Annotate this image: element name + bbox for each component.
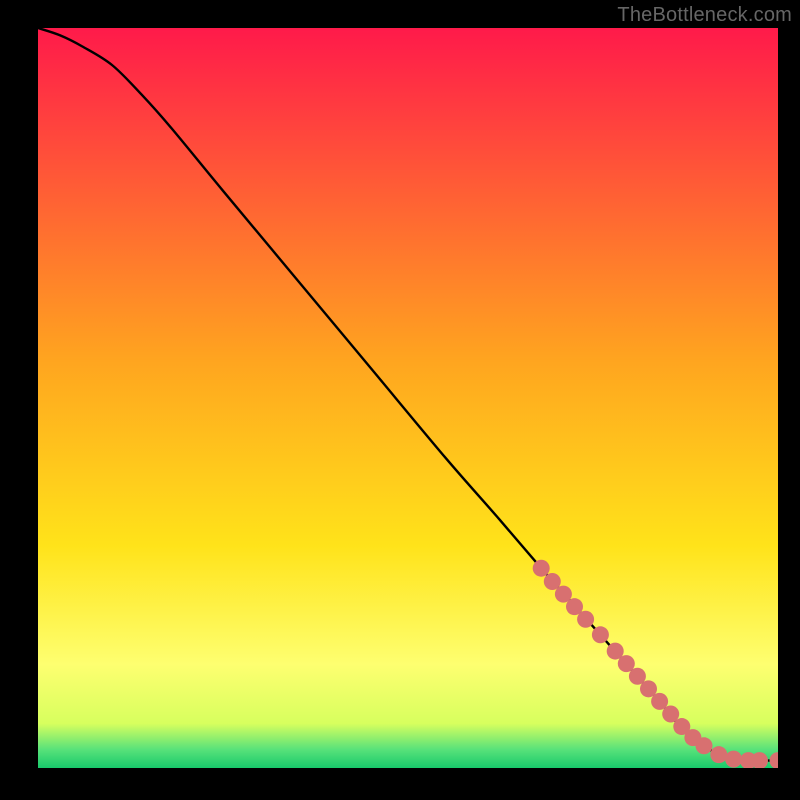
chart-background xyxy=(38,28,778,768)
curve-marker xyxy=(725,751,742,768)
bottleneck-chart xyxy=(38,28,778,768)
curve-marker xyxy=(592,626,609,643)
curve-marker xyxy=(533,560,550,577)
curve-marker xyxy=(577,611,594,628)
watermark-text: TheBottleneck.com xyxy=(617,4,792,27)
curve-marker xyxy=(696,737,713,754)
curve-marker xyxy=(710,746,727,763)
